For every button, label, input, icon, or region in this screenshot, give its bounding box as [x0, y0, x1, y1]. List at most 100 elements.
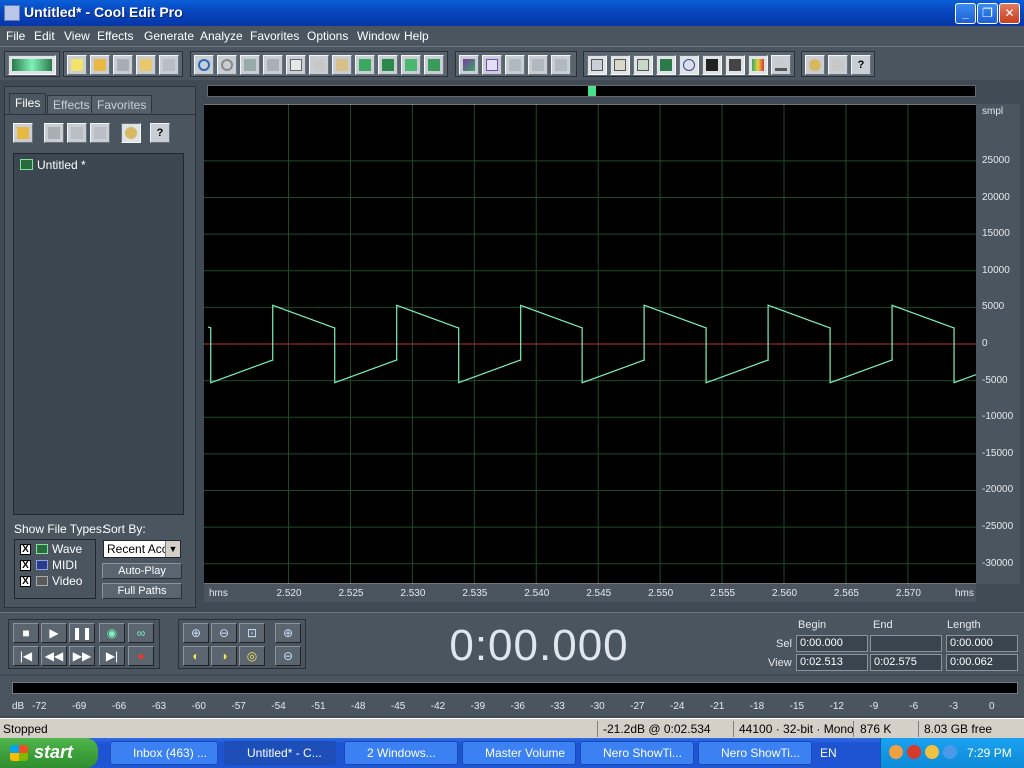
show-time-button[interactable] [702, 55, 722, 75]
save-all-button[interactable] [159, 55, 179, 75]
trim-button[interactable] [401, 55, 421, 75]
wave-checkbox[interactable]: X [20, 544, 31, 555]
pause-button[interactable]: ❚❚ [69, 623, 95, 643]
new-file-button[interactable] [67, 55, 87, 75]
insert-multitrack-button[interactable] [67, 123, 87, 143]
sel-end-field[interactable] [870, 635, 942, 652]
midi-checkbox[interactable]: X [20, 560, 31, 571]
zoom-full-button[interactable]: ⊡ [239, 623, 265, 643]
show-organizer-button[interactable] [587, 55, 607, 75]
organizer-help-button[interactable]: ? [150, 123, 170, 143]
close-button[interactable]: ✕ [999, 3, 1020, 24]
taskbar-item-inbox[interactable]: Inbox (463) ... [110, 741, 218, 765]
title-bar[interactable]: Untitled* - Cool Edit Pro _ ❐ ✕ [0, 0, 1024, 26]
menu-file[interactable]: File [6, 29, 25, 43]
snap-ruler-button[interactable] [505, 55, 525, 75]
mix-paste-button[interactable] [378, 55, 398, 75]
taskbar-item-nero-2[interactable]: Nero ShowTi... [698, 741, 812, 765]
copy-button[interactable] [286, 55, 306, 75]
toggle-workspace-button[interactable] [8, 55, 56, 75]
overview-bar[interactable] [207, 85, 976, 97]
insert-cd-button[interactable] [90, 123, 110, 143]
file-list[interactable]: Untitled * [13, 153, 184, 515]
record-button[interactable]: ● [128, 646, 154, 666]
rewind-button[interactable]: ◀◀ [41, 646, 67, 666]
zoom-to-left-button[interactable]: ◐ [183, 646, 209, 666]
undo-button[interactable] [194, 55, 214, 75]
nero-tray-icon[interactable] [925, 745, 939, 759]
view-begin-field[interactable]: 0:02.513 [796, 654, 868, 671]
network-icon[interactable] [889, 745, 903, 759]
menu-view[interactable]: View [64, 29, 90, 43]
vertical-ruler[interactable]: smpl 25000 20000 15000 10000 5000 0 -5000 -1000… [976, 104, 1020, 584]
taskbar-item-cool-edit[interactable]: Untitled* - C... [224, 741, 336, 765]
show-zoom-button[interactable] [679, 55, 699, 75]
show-transport-button[interactable] [656, 55, 676, 75]
loop-button[interactable]: ∞ [128, 623, 154, 643]
menu-window[interactable]: Window [357, 29, 400, 43]
redo-button[interactable] [217, 55, 237, 75]
menu-edit[interactable]: Edit [34, 29, 55, 43]
fast-forward-button[interactable]: ▶▶ [69, 646, 95, 666]
open-file-button[interactable] [90, 55, 110, 75]
paste-to-new-button[interactable] [355, 55, 375, 75]
save-button[interactable] [136, 55, 156, 75]
snap-cues-button[interactable] [528, 55, 548, 75]
zoom-in-horizontal-button[interactable]: ⊕ [183, 623, 209, 643]
app-icon[interactable] [4, 5, 20, 21]
play-to-end-button[interactable]: ◉ [99, 623, 125, 643]
cut-button[interactable] [309, 55, 329, 75]
taskbar-item-nero-1[interactable]: Nero ShowTi... [580, 741, 694, 765]
show-levels-button[interactable] [748, 55, 768, 75]
show-cue-list-button[interactable] [610, 55, 630, 75]
antivirus-icon[interactable] [907, 745, 921, 759]
play-button[interactable]: ▶ [41, 623, 67, 643]
sort-by-select[interactable]: Recent Acc ▼ [103, 540, 181, 558]
go-to-end-button[interactable]: ▶| [99, 646, 125, 666]
maximize-button[interactable]: ❐ [977, 3, 998, 24]
menu-effects[interactable]: Effects [97, 29, 133, 43]
taskbar-item-windows-explorer[interactable]: 2 Windows... [344, 741, 458, 765]
time-ruler[interactable]: hms 2.520 2.525 2.530 2.535 2.540 2.545 2.550 2… [204, 584, 976, 602]
device-properties-button[interactable] [828, 55, 848, 75]
show-status-button[interactable] [771, 55, 791, 75]
chevron-down-icon[interactable]: ▼ [165, 541, 180, 557]
copy-to-new-button[interactable] [263, 55, 283, 75]
close-file-button[interactable] [113, 55, 133, 75]
waveform-svg[interactable] [204, 104, 976, 584]
zoom-out-vertical-button[interactable]: ⊖ [275, 646, 301, 666]
language-indicator[interactable]: EN [820, 746, 837, 760]
list-item[interactable]: Untitled * [20, 158, 86, 172]
paste-button[interactable] [332, 55, 352, 75]
stop-button[interactable]: ■ [13, 623, 39, 643]
show-selection-button[interactable] [725, 55, 745, 75]
open-file-button[interactable] [13, 123, 33, 143]
taskbar-item-master-volume[interactable]: Master Volume [462, 741, 576, 765]
show-playlist-button[interactable] [633, 55, 653, 75]
view-range-handle[interactable] [588, 86, 596, 96]
full-paths-button[interactable]: Full Paths [102, 583, 182, 599]
view-end-field[interactable]: 0:02.575 [870, 654, 942, 671]
start-button[interactable]: start [0, 738, 98, 768]
help-button[interactable]: ? [851, 55, 871, 75]
menu-favorites[interactable]: Favorites [250, 29, 299, 43]
sel-begin-field[interactable]: 0:00.000 [796, 635, 868, 652]
organizer-settings-button[interactable] [121, 123, 141, 143]
envelope-button[interactable] [482, 55, 502, 75]
tab-favorites[interactable]: Favorites [91, 95, 153, 113]
auto-play-button[interactable]: Auto-Play [102, 563, 182, 579]
waveform-display[interactable] [204, 104, 976, 584]
tab-effects[interactable]: Effects [47, 95, 96, 113]
convert-button[interactable] [424, 55, 444, 75]
messenger-icon[interactable] [943, 745, 957, 759]
zoom-to-right-button[interactable]: ◑ [211, 646, 237, 666]
go-to-start-button[interactable]: |◀ [13, 646, 39, 666]
zoom-selection-button[interactable]: ◎ [239, 646, 265, 666]
level-meter-bar[interactable] [12, 682, 1018, 694]
snap-zero-button[interactable] [551, 55, 571, 75]
minimize-button[interactable]: _ [955, 3, 976, 24]
menu-generate[interactable]: Generate [144, 29, 194, 43]
menu-help[interactable]: Help [404, 29, 429, 43]
sel-length-field[interactable]: 0:00.000 [946, 635, 1018, 652]
menu-options[interactable]: Options [307, 29, 348, 43]
